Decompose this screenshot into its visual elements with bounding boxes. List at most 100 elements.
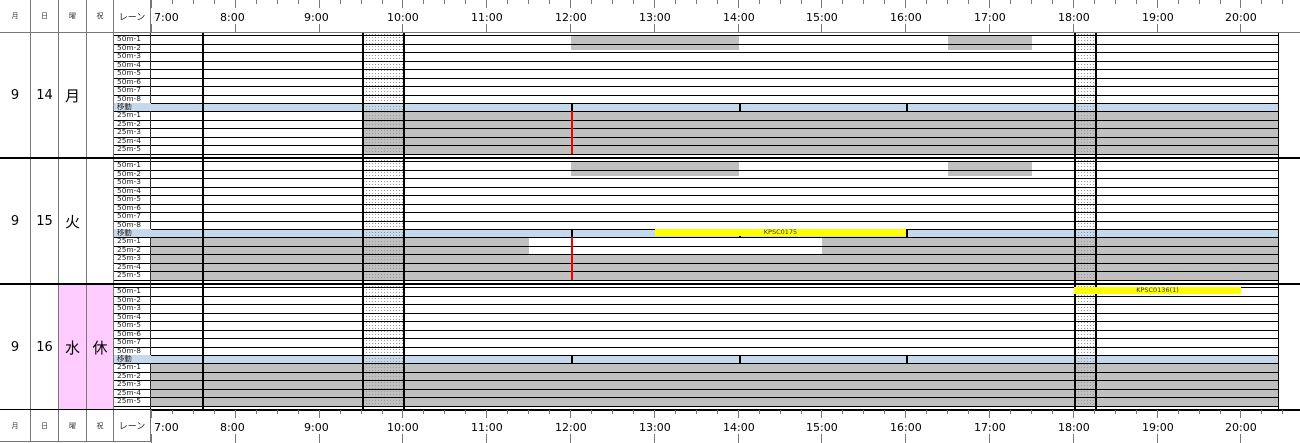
booking-bar[interactable]: KPSC0175 <box>655 229 906 236</box>
lane-line <box>114 128 1279 129</box>
quarter-tick <box>612 0 613 4</box>
hour-tick <box>486 410 487 418</box>
quarter-tick <box>1282 0 1283 4</box>
quarter-tick <box>591 0 592 4</box>
blocked-area <box>571 161 739 177</box>
lane-label: 25m-3 <box>117 254 141 262</box>
hour-tick <box>821 24 822 33</box>
quarter-tick <box>1199 0 1200 4</box>
lane-line <box>114 195 1279 196</box>
grid-vline <box>1278 285 1279 411</box>
grid-vline <box>202 33 204 159</box>
lane-label: 50m-7 <box>117 212 141 220</box>
hour-label: 10:00 <box>387 421 419 434</box>
lane-line <box>114 280 1279 281</box>
quarter-tick <box>361 0 362 4</box>
lane-line <box>114 372 1279 373</box>
hour-label: 20:00 <box>1225 421 1257 434</box>
divider-tick <box>571 229 573 237</box>
hour-label: 10:00 <box>387 11 419 24</box>
hour-tick <box>235 24 236 33</box>
quarter-tick <box>214 0 215 4</box>
booking-bar[interactable]: KPSC0136(1) <box>1074 287 1241 294</box>
quarter-tick <box>549 0 550 4</box>
quarter-tick <box>382 0 383 4</box>
hour-tick <box>821 410 822 418</box>
hour-tick <box>151 0 152 8</box>
hour-label: 13:00 <box>639 421 671 434</box>
lane-label: 25m-3 <box>117 128 141 136</box>
lane-line <box>114 271 1279 272</box>
lane-line <box>114 212 1279 213</box>
quarter-tick <box>507 0 508 4</box>
hour-label: 9:00 <box>304 11 329 24</box>
footer-month: 月 <box>0 410 31 442</box>
hour-tick <box>486 24 487 33</box>
grid-vline <box>1278 33 1279 159</box>
lane-label: 50m-3 <box>117 304 141 312</box>
grid-vline <box>403 159 405 285</box>
hour-label: 9:00 <box>304 421 329 434</box>
lane-line <box>114 145 1279 146</box>
quarter-tick <box>1199 410 1200 414</box>
lane-label: 50m-2 <box>117 295 141 304</box>
quarter-tick <box>1031 0 1032 4</box>
lane-label-divider: 移動 <box>114 229 151 237</box>
hour-label: 18:00 <box>1058 421 1090 434</box>
hour-label: 15:00 <box>806 11 838 24</box>
hour-tick <box>235 0 236 8</box>
quarter-tick <box>884 0 885 4</box>
quarter-tick <box>1261 0 1262 4</box>
hour-tick <box>1073 0 1074 8</box>
lane-line <box>114 246 1279 247</box>
day-dow: 月 <box>59 33 87 159</box>
blocked-area <box>151 363 1278 406</box>
lane-line <box>114 161 1279 162</box>
lane-label: 50m-3 <box>117 178 141 186</box>
lane-line <box>114 137 1279 138</box>
hour-tick <box>989 24 990 33</box>
lane-label: 25m-4 <box>117 262 141 271</box>
lane-label: 50m-6 <box>117 77 141 86</box>
lane-column: 50m-1 50m-2 50m-3 50m-4 50m-5 50m-6 50m-7 50m-8… <box>114 33 151 159</box>
hour-tick <box>319 0 320 8</box>
quarter-tick <box>842 0 843 4</box>
blocked-area <box>362 111 1278 154</box>
hour-label: 17:00 <box>974 11 1006 24</box>
header-lane: レーン <box>114 0 151 33</box>
quarter-tick <box>675 410 676 414</box>
divider-row <box>114 103 1278 111</box>
hour-tick <box>1240 0 1241 8</box>
hour-label: 11:00 <box>471 11 503 24</box>
lane-line <box>114 35 1279 36</box>
divider-tick <box>571 355 573 363</box>
lane-label: 50m-3 <box>117 52 141 60</box>
hour-label: 19:00 <box>1142 11 1174 24</box>
lane-label: 50m-1 <box>117 35 141 43</box>
divider-tick <box>739 103 741 111</box>
hour-label: 20:00 <box>1225 11 1257 24</box>
divider-tick <box>906 103 908 111</box>
lane-label: 25m-5 <box>117 397 141 405</box>
hour-tick <box>319 410 320 418</box>
grid-vline <box>202 159 204 285</box>
quarter-tick <box>696 410 697 414</box>
lane-line <box>114 52 1279 53</box>
quarter-tick <box>340 0 341 4</box>
quarter-tick <box>214 410 215 414</box>
hour-label: 8:00 <box>220 421 245 434</box>
quarter-tick <box>1094 410 1095 414</box>
day-block: 9 14 月 50m-1 50m-2 50m-3 50m-4 50m-5 50m-6 50m-7 5… <box>0 33 1300 159</box>
quarter-tick <box>675 0 676 4</box>
quarter-tick <box>1094 0 1095 4</box>
hour-tick <box>151 24 152 33</box>
time-marker <box>571 237 573 280</box>
lane-line <box>114 263 1279 264</box>
quarter-tick <box>423 0 424 4</box>
hour-tick <box>738 0 739 8</box>
lane-line <box>114 61 1279 62</box>
lane-line <box>114 44 1279 45</box>
hour-label: 11:00 <box>471 421 503 434</box>
quarter-tick <box>193 0 194 4</box>
lane-label: 25m-2 <box>117 119 141 128</box>
